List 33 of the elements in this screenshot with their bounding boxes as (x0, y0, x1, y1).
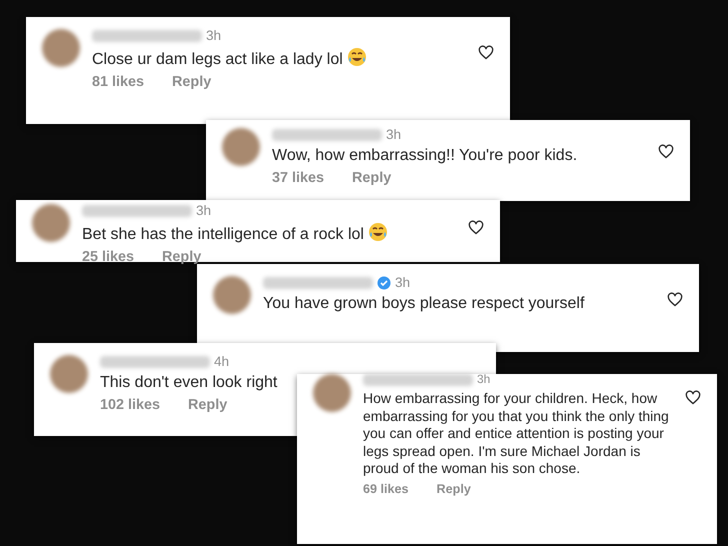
like-count[interactable]: 81 likes (92, 72, 144, 94)
reply-link[interactable]: Reply (436, 480, 471, 498)
avatar-placeholder (213, 276, 251, 314)
comment-text: How embarrassing for your children. Heck, how embarrassing for you that you think the only thing you can offer and entice attention is posting your legs spread open. I'm sure Michael Jordan is proud of the woman his son chose. (363, 390, 670, 478)
comment-text: Bet she has the intelligence of a rock lol (82, 222, 462, 245)
reply-link[interactable]: Reply (188, 394, 228, 416)
avatar-placeholder (222, 128, 260, 166)
avatar-placeholder (42, 29, 80, 67)
heart-icon[interactable] (685, 390, 701, 405)
heart-icon[interactable] (478, 45, 494, 60)
comment-time: 3h (196, 204, 212, 218)
comment-text: Wow, how embarrassing!! You're poor kids. (272, 146, 578, 166)
like-count[interactable]: 25 likes (82, 246, 134, 268)
comment-time: 4h (214, 355, 230, 369)
heart-icon[interactable] (658, 144, 674, 159)
reply-link[interactable]: Reply (162, 246, 202, 268)
like-count[interactable]: 69 likes (363, 480, 409, 498)
heart-icon[interactable] (468, 220, 484, 235)
reply-link[interactable]: Reply (352, 168, 392, 190)
avatar-placeholder (50, 355, 88, 393)
comment-time: 3h (386, 128, 402, 142)
comment-time: 3h (206, 29, 222, 43)
comment-time: 3h (395, 276, 410, 290)
like-count[interactable]: 102 likes (100, 394, 160, 416)
like-count[interactable]: 37 likes (272, 168, 324, 190)
comment-text: Close ur dam legs act like a lady lol (92, 46, 482, 70)
avatar-placeholder (32, 204, 70, 242)
comment-time: 3h (477, 374, 490, 386)
heart-icon[interactable] (667, 292, 683, 307)
comment-text: This don't even look right (100, 372, 278, 393)
avatar-placeholder (313, 374, 351, 412)
comment-text: You have grown boys please respect yourself (263, 294, 586, 314)
reply-link[interactable]: Reply (172, 72, 212, 94)
